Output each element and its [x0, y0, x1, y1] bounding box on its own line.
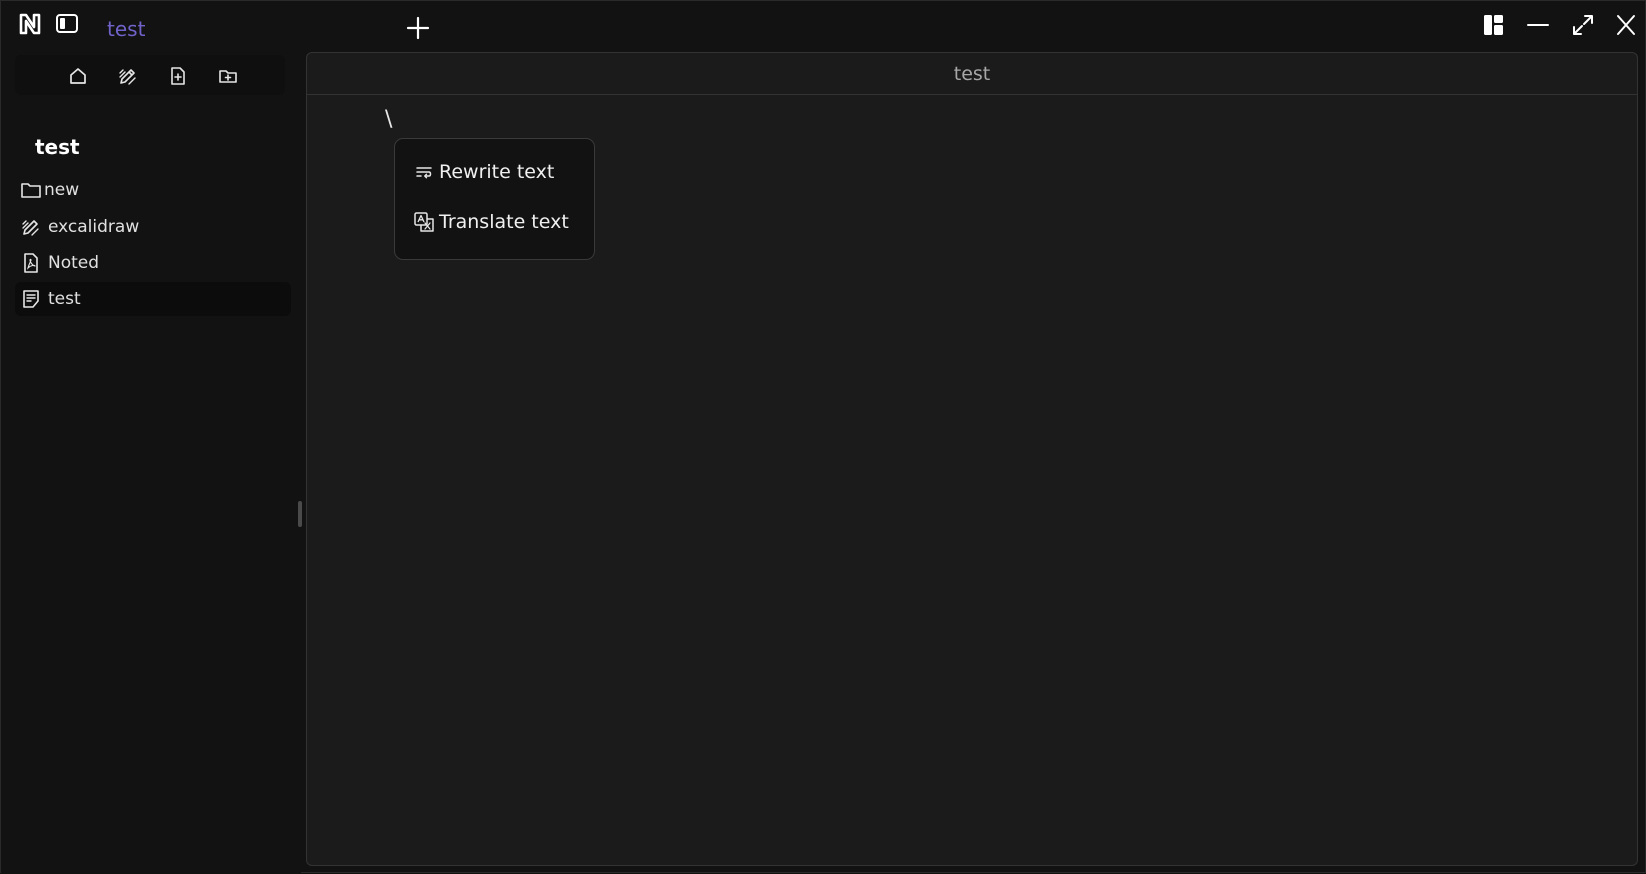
- active-tab-title[interactable]: test: [107, 17, 145, 41]
- sidebar-item-new[interactable]: new: [15, 173, 291, 207]
- editor-pane: test \ Rewrite text Translate text: [306, 52, 1638, 866]
- pdf-file-icon: [20, 252, 42, 274]
- sidebar: test new excalidraw Noted test: [1, 51, 302, 874]
- layout-icon[interactable]: [1481, 13, 1507, 37]
- new-folder-icon[interactable]: [217, 65, 239, 87]
- maximize-icon[interactable]: [1570, 13, 1596, 37]
- document-title[interactable]: test: [954, 63, 991, 85]
- sidebar-toggle-icon[interactable]: [55, 13, 79, 35]
- menu-item-label: Translate text: [439, 211, 569, 233]
- minimize-icon[interactable]: [1525, 13, 1551, 37]
- new-tab-plus-icon[interactable]: [405, 15, 431, 41]
- rewrite-text-menu-item[interactable]: Rewrite text: [413, 157, 554, 187]
- app-window: test test new excalidraw Noted test test…: [0, 0, 1646, 874]
- workspace-title: test: [35, 135, 80, 159]
- sidebar-item-label: Noted: [48, 253, 100, 273]
- menu-item-label: Rewrite text: [439, 161, 555, 183]
- folder-icon: [20, 179, 42, 201]
- sidebar-item-label: excalidraw: [48, 217, 140, 237]
- translate-text-menu-item[interactable]: Translate text: [413, 207, 569, 237]
- note-file-icon: [20, 288, 42, 310]
- sidebar-item-noted[interactable]: Noted: [15, 246, 291, 280]
- wrap-text-icon: [413, 161, 435, 183]
- sidebar-item-label: test: [48, 289, 81, 309]
- new-file-icon[interactable]: [167, 65, 189, 87]
- sidebar-item-excalidraw[interactable]: excalidraw: [15, 210, 291, 244]
- translate-icon: [413, 211, 435, 233]
- sidebar-item-label: new: [44, 180, 80, 200]
- sidebar-resize-handle[interactable]: [298, 501, 302, 527]
- editor-header: test: [307, 53, 1637, 95]
- draw-icon: [20, 216, 42, 238]
- sidebar-toolbar: [15, 55, 285, 95]
- new-drawing-icon[interactable]: [117, 65, 139, 87]
- close-icon[interactable]: [1613, 13, 1639, 37]
- app-logo-icon: [19, 13, 41, 35]
- sidebar-item-test[interactable]: test: [15, 282, 291, 316]
- editor-content[interactable]: \: [385, 107, 392, 132]
- title-bar: test: [1, 1, 1645, 51]
- slash-command-menu: Rewrite text Translate text: [394, 138, 595, 260]
- home-icon[interactable]: [67, 65, 89, 87]
